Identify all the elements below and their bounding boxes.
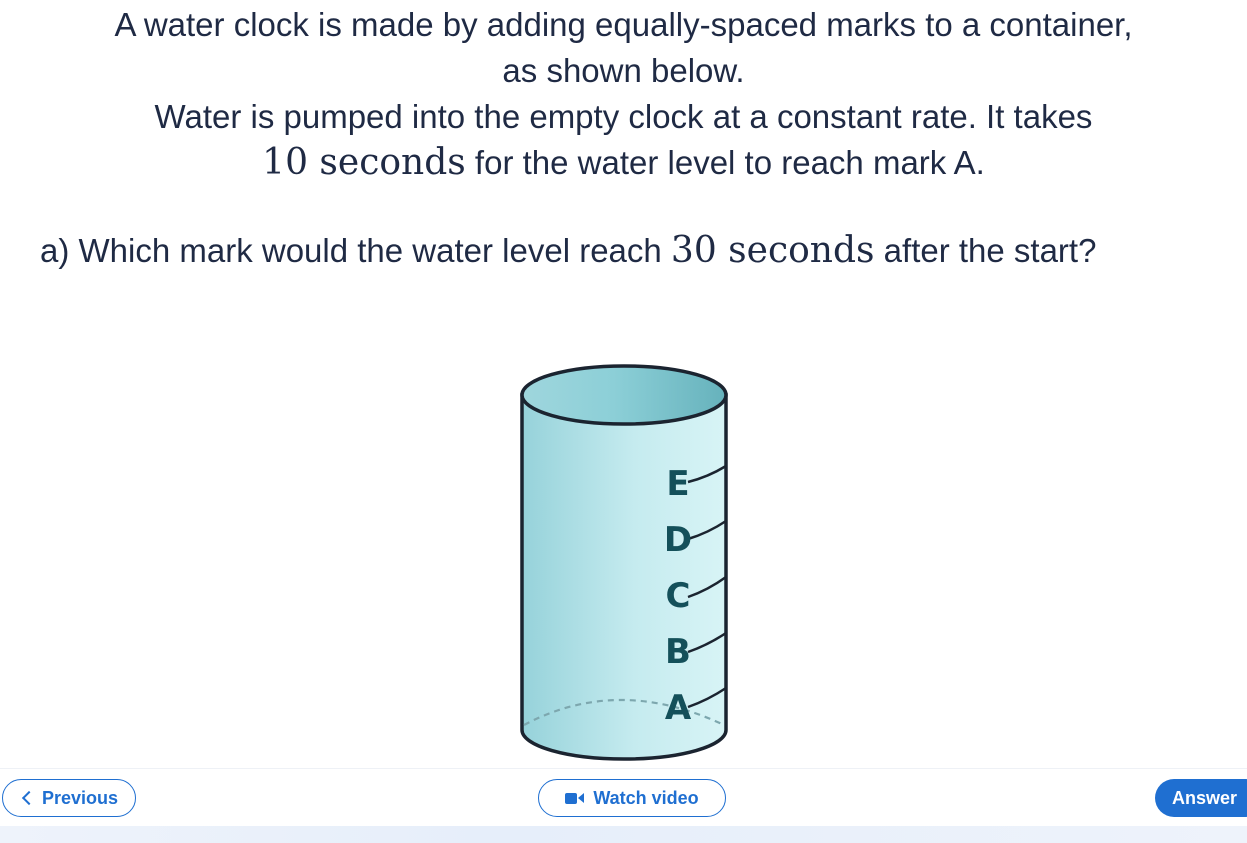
mark-label-b: B [665, 632, 691, 672]
video-camera-icon [565, 792, 585, 804]
question-line-4: 10 seconds for the water level to reach … [0, 140, 1247, 186]
footer-shadow [0, 826, 1247, 843]
time-ten-seconds: 10 seconds [262, 142, 466, 183]
mark-label-d: D [664, 520, 692, 560]
answer-button[interactable]: Answer [1155, 779, 1247, 817]
question-line-3: Water is pumped into the empty clock at … [154, 98, 1093, 135]
part-a-question: a) Which mark would the water level reac… [40, 228, 1096, 274]
question-line-1: A water clock is made by adding equally-… [114, 6, 1133, 43]
water-clock-figure: E D C B A [508, 355, 740, 775]
chevron-left-icon [21, 790, 37, 806]
part-a-prefix: a) Which mark would the water level reac… [40, 232, 671, 269]
cylinder-top-opening [520, 364, 728, 426]
time-thirty-seconds: 30 seconds [670, 230, 875, 271]
watch-video-label: Watch video [593, 787, 699, 808]
answer-button-label: Answer [1172, 787, 1238, 808]
part-a-suffix: after the start? [874, 232, 1097, 269]
question-page: A water clock is made by adding equally-… [0, 0, 1247, 843]
watch-video-button[interactable]: Watch video [538, 779, 726, 817]
question-line-4-text: for the water level to reach mark A. [465, 144, 985, 181]
mark-label-a: A [665, 688, 692, 728]
question-text: A water clock is made by adding equally-… [0, 0, 1247, 186]
mark-label-e: E [666, 464, 689, 504]
navigation-footer: Previous Watch video Answer [0, 768, 1247, 829]
mark-label-c: C [666, 576, 691, 616]
previous-button-label: Previous [41, 787, 119, 808]
question-line-2: as shown below. [502, 52, 745, 89]
water-clock-svg: E D C B A [520, 364, 728, 761]
previous-button[interactable]: Previous [2, 779, 136, 817]
